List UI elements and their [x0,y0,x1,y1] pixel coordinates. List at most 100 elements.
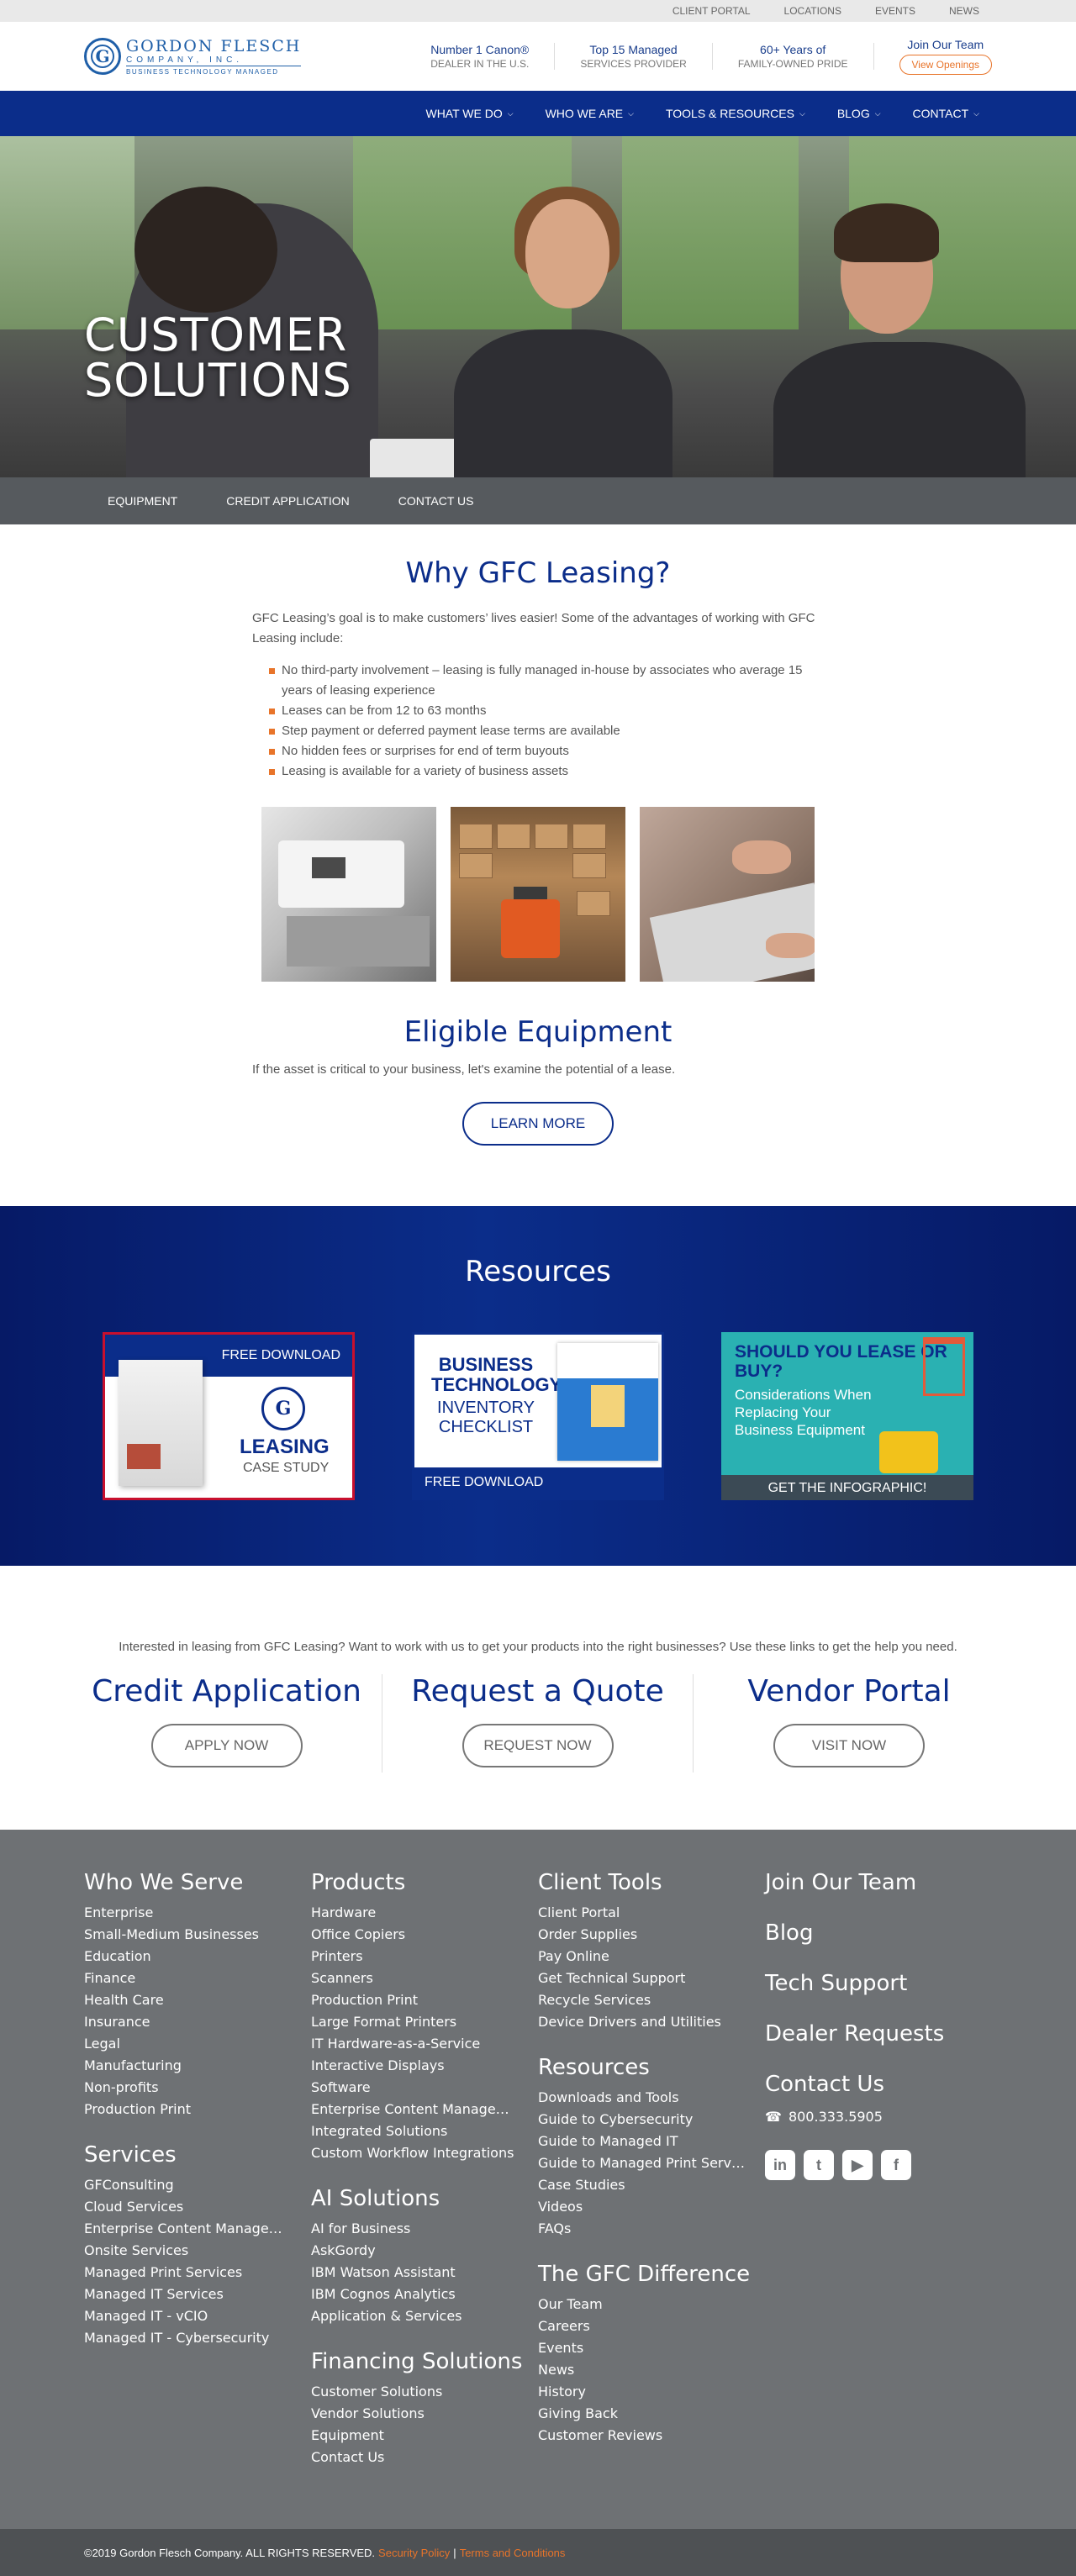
footer-link[interactable]: Onsite Services [84,2240,294,2262]
nav-tools-resources[interactable]: TOOLS & RESOURCES ⌵ [666,107,805,120]
subnav-equipment[interactable]: EQUIPMENT [108,494,177,508]
footer-link[interactable]: Downloads and Tools [538,2087,748,2109]
footer-link[interactable]: Cloud Services [84,2196,294,2218]
footer-link[interactable]: IBM Cognos Analytics [311,2284,521,2305]
footer-link[interactable]: Case Studies [538,2174,748,2196]
footer-link[interactable]: Guide to Managed IT [538,2131,748,2152]
footer-heading[interactable]: Services [84,2142,311,2168]
visit-now-button[interactable]: VISIT NOW [773,1724,925,1767]
twitter-icon[interactable]: t [804,2150,834,2180]
subnav-credit-application[interactable]: CREDIT APPLICATION [226,494,350,508]
footer-link[interactable]: News [538,2359,748,2381]
footer-link[interactable]: Recycle Services [538,1989,748,2011]
youtube-icon[interactable]: ▶ [842,2150,873,2180]
nav-who-we-are[interactable]: WHO WE ARE ⌵ [546,107,634,120]
footer-link[interactable]: Customer Reviews [538,2425,748,2447]
footer-link[interactable]: Application & Services [311,2305,521,2327]
footer-link[interactable]: Legal [84,2033,294,2055]
footer-link[interactable]: Enterprise Content Management [311,2099,521,2120]
footer-heading[interactable]: Resources [538,2055,765,2080]
footer-heading[interactable]: Financing Solutions [311,2349,538,2374]
subnav-contact-us[interactable]: CONTACT US [398,494,474,508]
footer-link[interactable]: Scanners [311,1968,521,1989]
footer-contact-us-link[interactable]: Contact Us [765,2072,992,2097]
footer-blog-link[interactable]: Blog [765,1920,992,1946]
footer-link[interactable]: AskGordy [311,2240,521,2262]
footer-link[interactable]: Production Print [84,2099,294,2120]
utility-link-news[interactable]: NEWS [949,5,979,17]
footer-link[interactable]: Insurance [84,2011,294,2033]
footer-link[interactable]: FAQs [538,2218,748,2240]
footer-link[interactable]: Device Drivers and Utilities [538,2011,748,2033]
join-team-title[interactable]: Join Our Team [899,38,993,51]
nav-blog[interactable]: BLOG ⌵ [837,107,881,120]
footer-link[interactable]: Equipment [311,2425,521,2447]
footer-link[interactable]: Client Portal [538,1902,748,1924]
footer-link[interactable]: Guide to Managed Print Services [538,2152,748,2174]
footer-tech-support-link[interactable]: Tech Support [765,1971,992,1996]
utility-link-events[interactable]: EVENTS [875,5,915,17]
footer-link[interactable]: Giving Back [538,2403,748,2425]
footer-link[interactable]: GFConsulting [84,2174,294,2196]
linkedin-icon[interactable]: in [765,2150,795,2180]
footer-heading[interactable]: Client Tools [538,1870,765,1895]
footer-link[interactable]: Hardware [311,1902,521,1924]
footer-link[interactable]: IT Hardware-as-a-Service [311,2033,521,2055]
terms-conditions-link[interactable]: Terms and Conditions [460,2547,566,2559]
footer-link[interactable]: Non-profits [84,2077,294,2099]
footer-link[interactable]: Software [311,2077,521,2099]
utility-link-client-portal[interactable]: CLIENT PORTAL [672,5,751,17]
footer-link[interactable]: Managed IT - Cybersecurity [84,2327,294,2349]
footer-heading[interactable]: The GFC Difference [538,2262,765,2287]
footer-link[interactable]: Integrated Solutions [311,2120,521,2142]
footer-heading[interactable]: Products [311,1870,538,1895]
footer-link[interactable]: Vendor Solutions [311,2403,521,2425]
logo[interactable]: G GORDON FLESCH COMPANY, INC. BUSINESS T… [84,37,302,76]
footer-link[interactable]: Managed IT Services [84,2284,294,2305]
learn-more-button[interactable]: LEARN MORE [462,1102,614,1146]
view-openings-button[interactable]: View Openings [899,55,992,75]
footer-link[interactable]: Finance [84,1968,294,1989]
footer-link[interactable]: Enterprise Content Management [84,2218,294,2240]
resource-card-lease-or-buy[interactable]: SHOULD YOU LEASE OR BUY? Considerations … [721,1332,973,1500]
footer-heading[interactable]: Who We Serve [84,1870,311,1895]
resource-card-leasing-case-study[interactable]: FREE DOWNLOAD G LEASING CASE STUDY [103,1332,355,1500]
footer-link[interactable]: Small-Medium Businesses [84,1924,294,1946]
footer-link[interactable]: Events [538,2337,748,2359]
footer-link[interactable]: Get Technical Support [538,1968,748,1989]
footer-link[interactable]: Careers [538,2315,748,2337]
footer-link[interactable]: Health Care [84,1989,294,2011]
footer-link[interactable]: Interactive Displays [311,2055,521,2077]
footer-link[interactable]: Custom Workflow Integrations [311,2142,521,2164]
security-policy-link[interactable]: Security Policy [378,2547,450,2559]
footer-link[interactable]: Videos [538,2196,748,2218]
footer-link[interactable]: Enterprise [84,1902,294,1924]
footer-link[interactable]: Managed IT - vCIO [84,2305,294,2327]
footer-link[interactable]: Manufacturing [84,2055,294,2077]
facebook-icon[interactable]: f [881,2150,911,2180]
footer-link[interactable]: Order Supplies [538,1924,748,1946]
footer-link[interactable]: Contact Us [311,2447,521,2468]
footer-dealer-requests-link[interactable]: Dealer Requests [765,2021,992,2047]
footer-link[interactable]: Education [84,1946,294,1968]
footer-link[interactable]: Production Print [311,1989,521,2011]
footer-link[interactable]: Large Format Printers [311,2011,521,2033]
footer-link[interactable]: Managed Print Services [84,2262,294,2284]
footer-link[interactable]: Printers [311,1946,521,1968]
footer-link[interactable]: Pay Online [538,1946,748,1968]
footer-link[interactable]: AI for Business [311,2218,521,2240]
nav-what-we-do[interactable]: WHAT WE DO ⌵ [425,107,513,120]
footer-link[interactable]: History [538,2381,748,2403]
nav-contact[interactable]: CONTACT ⌵ [913,107,979,120]
footer-link[interactable]: Office Copiers [311,1924,521,1946]
resource-card-inventory-checklist[interactable]: BUSINESS TECHNOLOGY INVENTORY CHECKLIST … [412,1332,664,1500]
footer-link[interactable]: Our Team [538,2294,748,2315]
footer-join-team-link[interactable]: Join Our Team [765,1870,992,1895]
footer-link[interactable]: IBM Watson Assistant [311,2262,521,2284]
footer-heading[interactable]: AI Solutions [311,2186,538,2211]
footer-link[interactable]: Customer Solutions [311,2381,521,2403]
apply-now-button[interactable]: APPLY NOW [150,1724,303,1767]
footer-link[interactable]: Guide to Cybersecurity [538,2109,748,2131]
utility-link-locations[interactable]: LOCATIONS [784,5,841,17]
request-now-button[interactable]: REQUEST NOW [462,1724,614,1767]
